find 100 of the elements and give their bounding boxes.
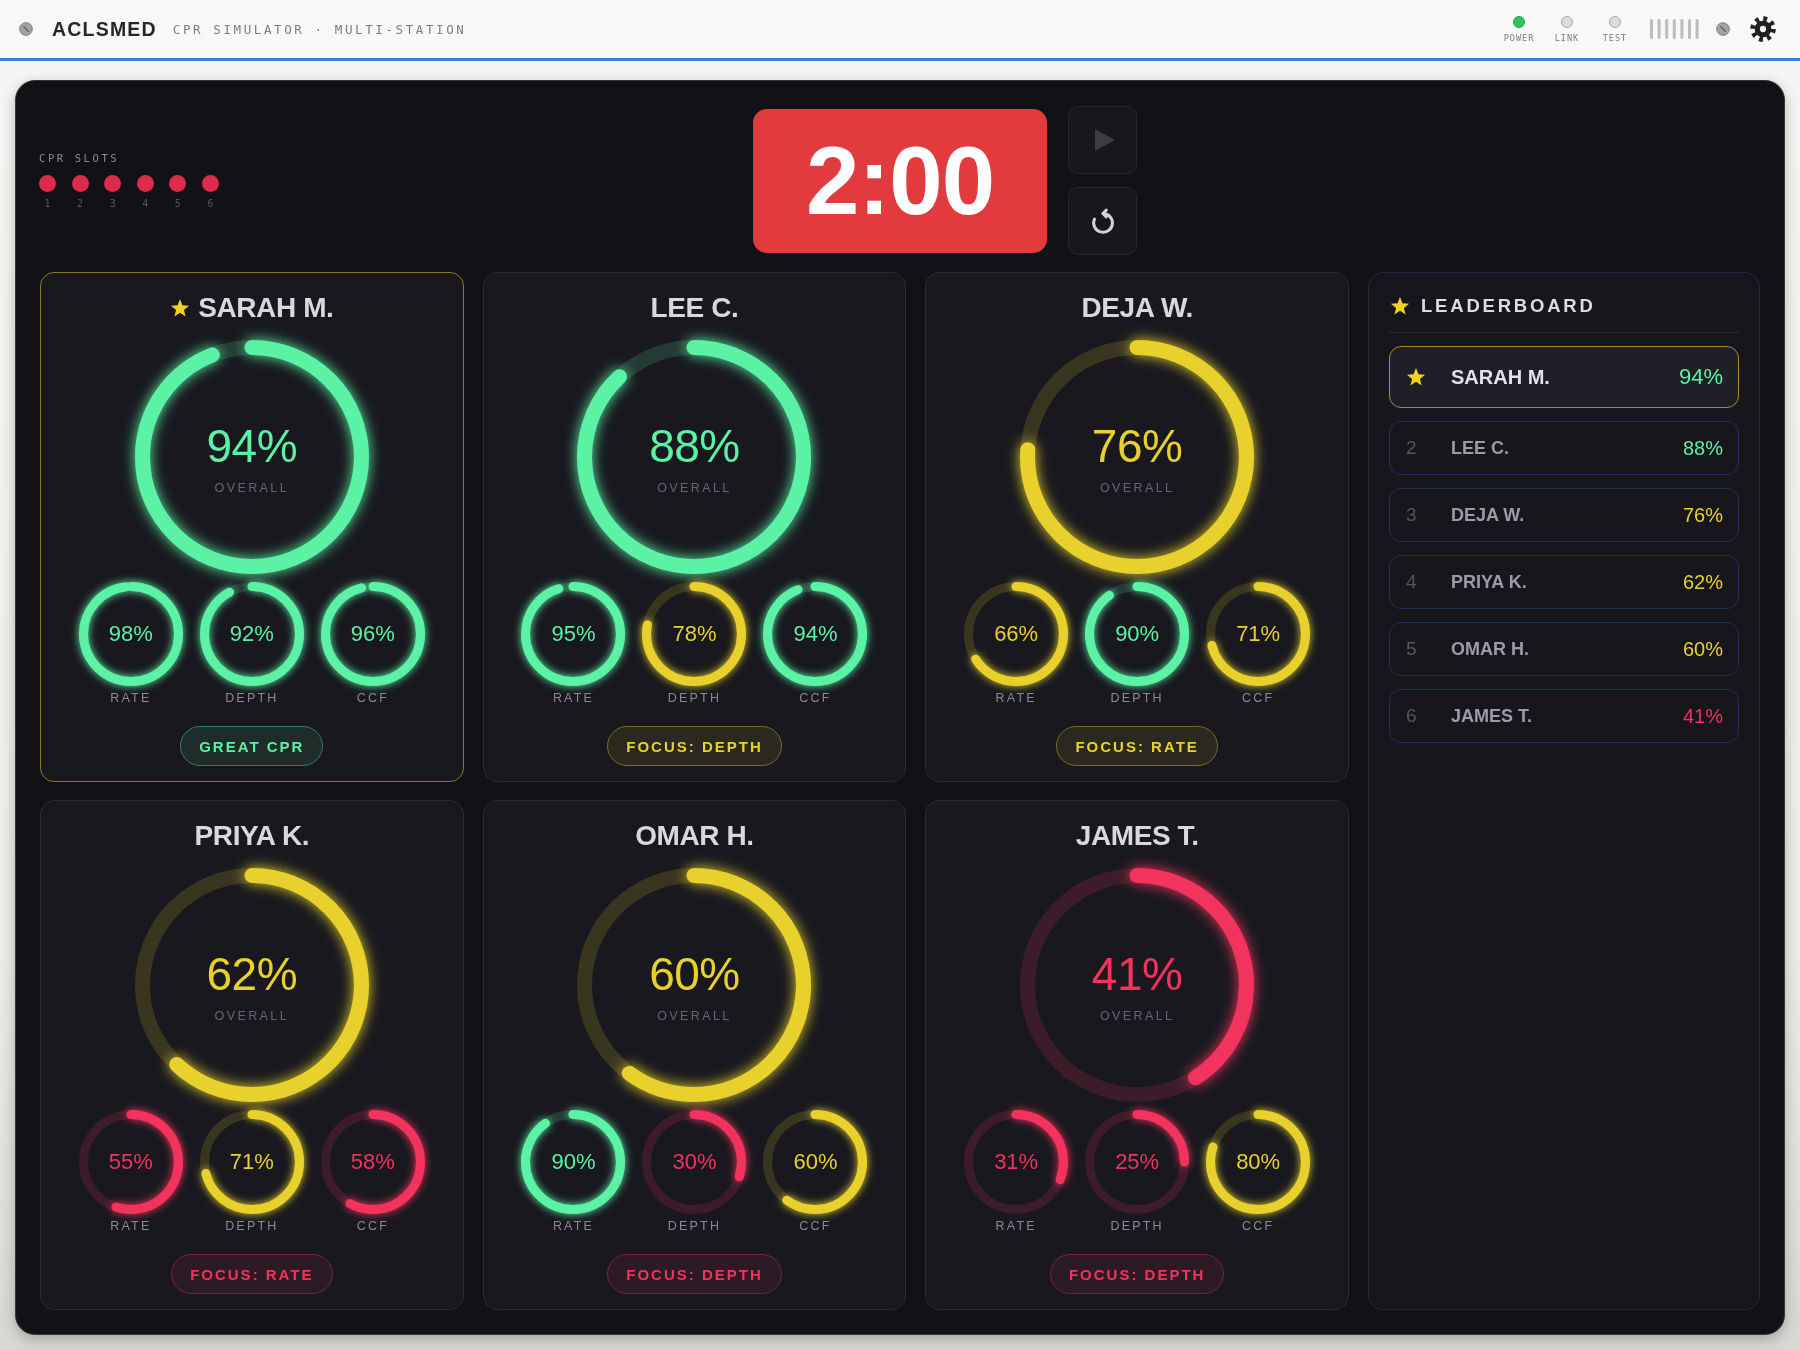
- rank-number: 6: [1406, 705, 1417, 727]
- rank-number: 2: [1406, 437, 1417, 459]
- metric-score: 55%: [108, 1149, 153, 1175]
- metric-label: CCF: [1242, 1218, 1275, 1234]
- overall-score: 76%: [1091, 422, 1183, 470]
- star-icon: [1406, 367, 1426, 387]
- metric-label: DEPTH: [667, 690, 722, 706]
- metric-label: CCF: [356, 690, 389, 706]
- station-name: OMAR H.: [635, 819, 754, 853]
- player-name: SARAH M.: [1451, 365, 1550, 389]
- overall-label: OVERALL: [1099, 1008, 1175, 1024]
- metric-label: RATE: [995, 690, 1037, 706]
- metric-score: 78%: [672, 621, 717, 647]
- metric-label: RATE: [110, 690, 152, 706]
- metric-score: 94%: [793, 621, 838, 647]
- metric-label: RATE: [110, 1218, 152, 1234]
- rank-number: 5: [1406, 638, 1417, 660]
- metric-label: DEPTH: [667, 1218, 722, 1234]
- player-name: LEE C.: [1451, 437, 1509, 459]
- metric-label: DEPTH: [225, 690, 279, 706]
- player-name: DEJA W.: [1451, 504, 1525, 526]
- overall-label: OVERALL: [657, 480, 732, 496]
- metric-label: DEPTH: [1110, 1218, 1164, 1234]
- slot-number: 6: [207, 198, 214, 209]
- play-icon: [1094, 129, 1115, 151]
- station-name: JAMES T.: [1075, 819, 1199, 853]
- rank-number: 3: [1406, 504, 1417, 526]
- screw-icon: [19, 22, 33, 36]
- metric-label: RATE: [552, 1218, 595, 1234]
- player-score: 94%: [1678, 364, 1723, 390]
- station-name: DEJA W.: [1081, 291, 1193, 325]
- metric-score: 90%: [1115, 621, 1160, 647]
- metric-label: CCF: [799, 1218, 832, 1234]
- status-badge: FOCUS: DEPTH: [607, 1254, 782, 1294]
- star-icon: [170, 298, 191, 318]
- reset-button[interactable]: [1068, 187, 1137, 255]
- metric-score: 98%: [108, 621, 153, 647]
- overall-score: 41%: [1091, 950, 1183, 998]
- metric-label: CCF: [1242, 690, 1275, 706]
- slot-number: 2: [77, 198, 84, 209]
- metric-score: 30%: [672, 1149, 717, 1175]
- player-name: OMAR H.: [1451, 638, 1529, 660]
- metric-score: 92%: [229, 621, 274, 647]
- led-label: POWER: [1503, 32, 1535, 43]
- player-name: PRIYA K.: [1451, 571, 1527, 593]
- metric-score: 60%: [793, 1149, 838, 1175]
- metric-score: 31%: [994, 1149, 1039, 1175]
- status-badge: GREAT CPR: [180, 726, 324, 766]
- metric-score: 66%: [994, 621, 1039, 647]
- overall-score: 88%: [649, 422, 740, 470]
- station-name: SARAH M.: [198, 291, 334, 325]
- slot-number: 5: [174, 198, 181, 209]
- slots-label: CPR SLOTS: [39, 152, 121, 164]
- overall-score: 94%: [206, 422, 298, 470]
- player-name: JAMES T.: [1451, 705, 1532, 727]
- overall-score: 60%: [649, 950, 740, 998]
- leaderboard-title: LEADERBOARD: [1421, 295, 1596, 317]
- overall-label: OVERALL: [657, 1008, 732, 1024]
- led-label: LINK: [1554, 32, 1580, 43]
- slot-number: 4: [142, 198, 149, 209]
- metric-score: 95%: [551, 621, 596, 647]
- metric-label: DEPTH: [1110, 690, 1164, 706]
- app-subtitle: CPR SIMULATOR · MULTI-STATION: [172, 21, 467, 37]
- led-label: TEST: [1602, 32, 1628, 43]
- grille-icon: [1650, 19, 1699, 39]
- star-icon: [1390, 296, 1410, 316]
- player-score: 88%: [1682, 436, 1723, 460]
- player-score: 60%: [1682, 637, 1723, 661]
- metric-score: 71%: [1236, 621, 1281, 647]
- slot-number: 3: [109, 198, 116, 209]
- status-badge: FOCUS: DEPTH: [607, 726, 782, 766]
- metric-label: DEPTH: [225, 1218, 279, 1234]
- overall-label: OVERALL: [214, 480, 290, 496]
- metric-label: RATE: [552, 690, 595, 706]
- overall-score: 62%: [206, 950, 298, 998]
- metric-label: CCF: [356, 1218, 389, 1234]
- metric-score: 58%: [350, 1149, 395, 1175]
- screw-icon: [1716, 22, 1730, 36]
- metric-label: CCF: [799, 690, 832, 706]
- metric-score: 71%: [229, 1149, 274, 1175]
- metric-label: RATE: [995, 1218, 1037, 1234]
- countdown-timer: 2:00: [753, 108, 1047, 253]
- status-badge: FOCUS: RATE: [1056, 726, 1218, 766]
- player-score: 62%: [1682, 570, 1723, 594]
- metric-score: 90%: [551, 1149, 596, 1175]
- station-name: LEE C.: [650, 291, 739, 325]
- overall-label: OVERALL: [214, 1008, 290, 1024]
- player-score: 41%: [1682, 704, 1723, 728]
- metric-score: 80%: [1236, 1149, 1281, 1175]
- metric-score: 96%: [350, 621, 395, 647]
- metric-score: 25%: [1115, 1149, 1160, 1175]
- settings-icon[interactable]: [1750, 16, 1776, 42]
- status-badge: FOCUS: DEPTH: [1049, 1254, 1225, 1294]
- player-score: 76%: [1682, 503, 1723, 527]
- brand-name: ACLSMED: [52, 17, 157, 41]
- slot-number: 1: [44, 198, 51, 209]
- station-name: PRIYA K.: [194, 819, 310, 853]
- overall-label: OVERALL: [1099, 480, 1175, 496]
- rank-number: 4: [1406, 571, 1417, 593]
- status-badge: FOCUS: RATE: [171, 1254, 333, 1294]
